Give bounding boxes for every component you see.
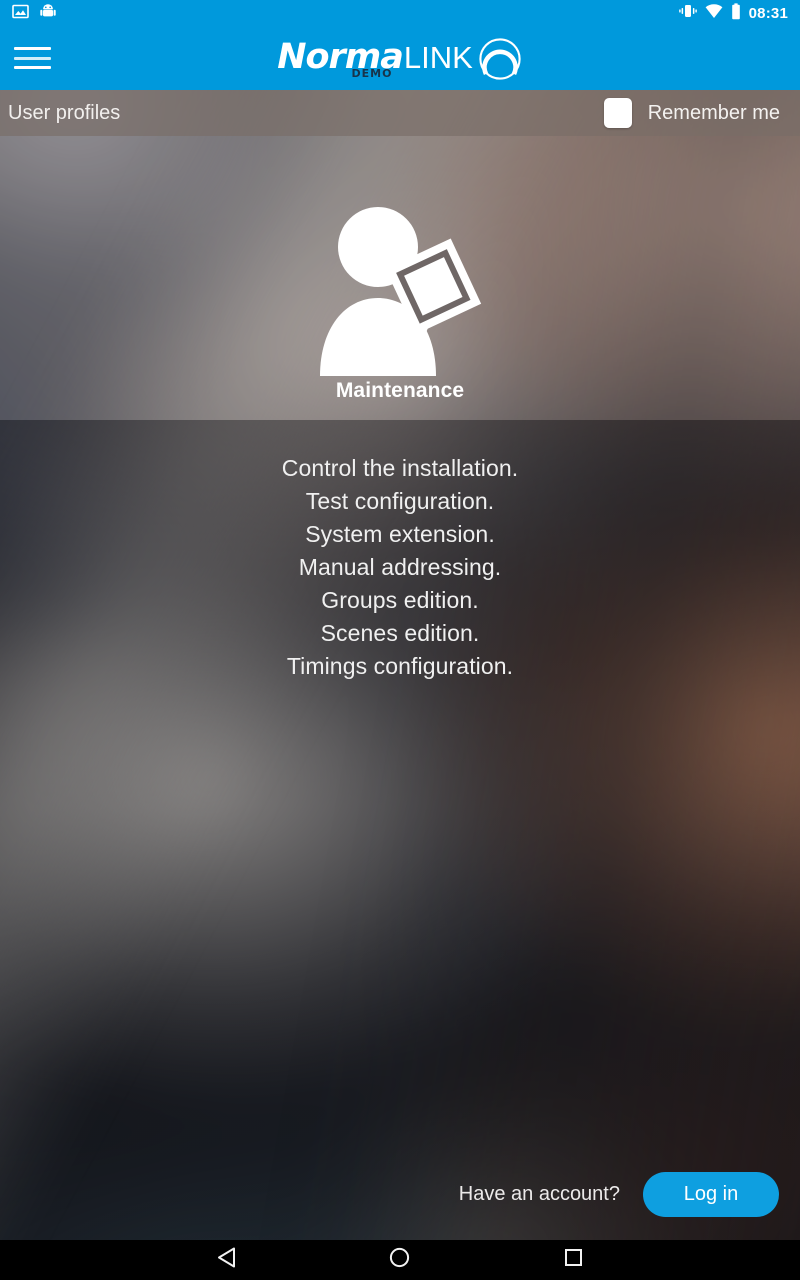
profile-feature-list: Control the installation. Test configura… xyxy=(0,452,800,683)
brand-name-primary: Norma xyxy=(277,37,404,77)
vibrate-icon xyxy=(678,3,697,24)
home-circle-icon xyxy=(389,1247,410,1273)
log-in-button[interactable]: Log in xyxy=(643,1171,779,1217)
home-button[interactable] xyxy=(378,1240,422,1280)
status-bar-left-icons xyxy=(12,3,56,25)
app-screen: 08:31 Norma LINK DEMO User profiles Reme… xyxy=(0,0,800,1280)
recents-button[interactable] xyxy=(551,1240,595,1280)
user-profiles-bar: User profiles Remember me xyxy=(0,90,800,136)
have-account-label: Have an account? xyxy=(458,1183,620,1205)
profile-name-label: Maintenance xyxy=(335,379,465,402)
remember-me-row[interactable]: Remember me xyxy=(603,98,780,128)
main-content: Maintenance Control the installation. Te… xyxy=(0,136,800,1240)
recents-square-icon xyxy=(564,1248,583,1272)
login-footer: Have an account? Log in xyxy=(0,1170,800,1218)
remember-me-label: Remember me xyxy=(647,102,780,124)
user-profiles-title: User profiles xyxy=(8,102,121,124)
maintenance-person-tablet-icon xyxy=(307,198,493,376)
status-bar-clock: 08:31 xyxy=(748,5,788,22)
hamburger-menu-icon[interactable] xyxy=(14,45,51,71)
brand-name-secondary: LINK xyxy=(403,40,473,75)
status-bar-right-icons: 08:31 xyxy=(678,2,788,25)
brand-subtitle: DEMO xyxy=(351,66,393,80)
android-robot-icon xyxy=(40,3,56,25)
back-triangle-icon xyxy=(217,1247,236,1273)
back-button[interactable] xyxy=(205,1240,249,1280)
feature-line: Groups edition. xyxy=(321,587,479,613)
battery-full-icon xyxy=(731,2,741,25)
feature-line: System extension. xyxy=(305,521,495,547)
arch-logo-icon xyxy=(477,35,523,81)
wifi-icon xyxy=(705,3,723,24)
feature-line: Test configuration. xyxy=(305,488,495,514)
status-bar: 08:31 xyxy=(0,0,800,27)
screenshot-image-icon xyxy=(12,3,29,25)
android-navigation-bar xyxy=(0,1240,800,1280)
feature-line: Scenes edition. xyxy=(320,620,480,646)
feature-line: Manual addressing. xyxy=(298,554,502,580)
profile-card-maintenance[interactable]: Maintenance xyxy=(0,198,800,403)
feature-line: Control the installation. xyxy=(281,455,519,481)
app-bar: Norma LINK DEMO xyxy=(0,27,800,90)
feature-line: Timings configuration. xyxy=(286,653,514,679)
remember-me-checkbox[interactable] xyxy=(603,98,632,128)
brand-logo: Norma LINK DEMO xyxy=(0,27,800,90)
